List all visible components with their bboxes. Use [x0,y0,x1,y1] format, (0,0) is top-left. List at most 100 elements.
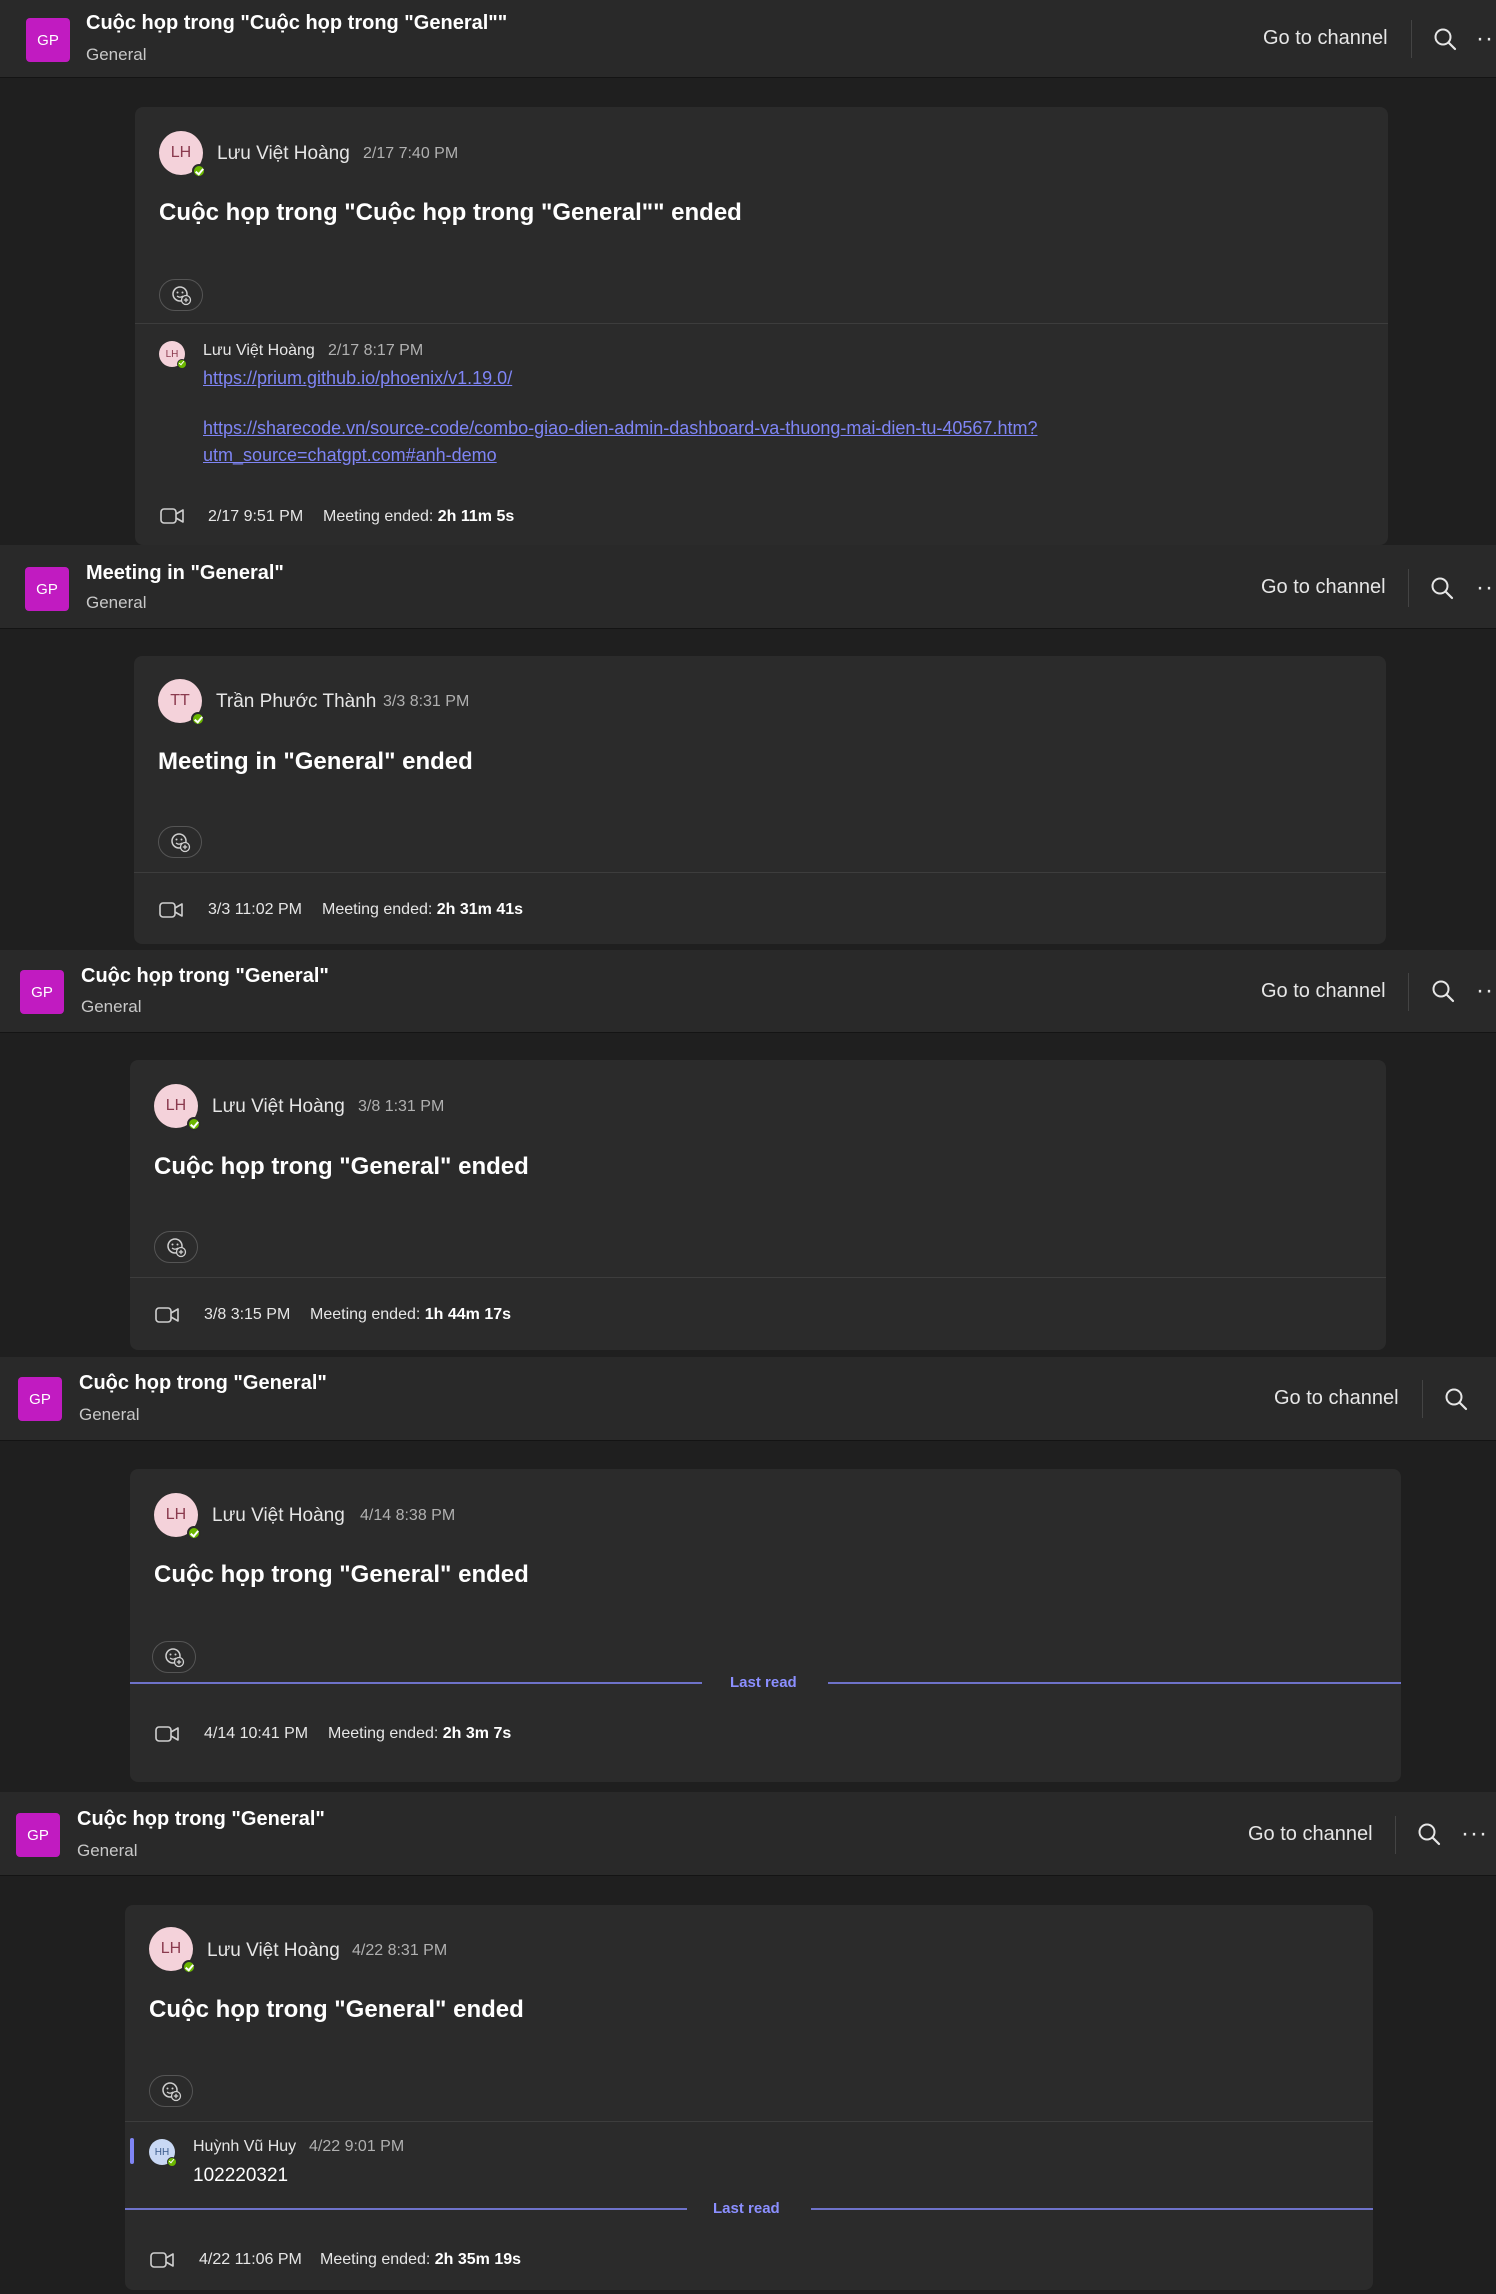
reply-avatar[interactable]: HH [149,2139,177,2167]
add-reaction-button[interactable] [159,279,203,311]
reply-author[interactable]: Lưu Việt Hoàng [203,342,315,360]
reply-avatar[interactable]: LH [159,341,187,369]
meeting-ended-label: Meeting ended: [328,1725,439,1742]
more-options-icon[interactable]: ··· [1461,1820,1488,1848]
channel-name: General [86,45,147,64]
video-camera-icon [159,505,185,527]
presence-available-icon [192,164,206,178]
search-icon[interactable] [1415,1820,1443,1848]
avatar[interactable]: TT [158,679,205,726]
message-timestamp: 3/3 8:31 PM [383,693,470,710]
meeting-end-time: 2/17 9:51 PM [208,508,304,525]
last-read-label: Last read [713,2200,780,2217]
add-reaction-button[interactable] [154,1231,198,1263]
author-name[interactable]: Lưu Việt Hoàng [212,1096,345,1118]
thread-section: GP Cuộc họp trong "General" General Go t… [0,1792,1496,2294]
channel-name: General [81,997,142,1016]
meeting-ended-status: Meeting ended: 2h 11m 5s [323,508,514,526]
message-card: LH Lưu Việt Hoàng 4/14 8:38 PM Cuộc họp … [130,1469,1401,1782]
author-name[interactable]: Trần Phước Thành [216,691,376,713]
search-icon[interactable] [1442,1385,1470,1413]
meeting-ended-status: Meeting ended: 2h 31m 41s [322,901,523,919]
message-text: Cuộc họp trong "Cuộc họp trong "General"… [159,199,742,226]
reply-author[interactable]: Huỳnh Vũ Huy [193,2138,296,2156]
reply-timestamp: 4/22 9:01 PM [309,2138,405,2155]
last-read-divider-line [125,2208,687,2210]
channel-name: General [79,1405,140,1424]
video-camera-icon [158,899,184,921]
go-to-channel-button[interactable]: Go to channel [1261,576,1386,599]
video-camera-icon [154,1304,180,1326]
thread-title[interactable]: Cuộc họp trong "General" [81,965,329,988]
presence-available-icon [177,359,187,369]
avatar[interactable]: LH [149,1927,196,1974]
divider [135,323,1388,324]
go-to-channel-button[interactable]: Go to channel [1263,27,1388,50]
author-name[interactable]: Lưu Việt Hoàng [217,143,350,165]
thread-header: GP Meeting in "General" General Go to ch… [0,545,1496,629]
avatar[interactable]: LH [154,1493,201,1540]
reply-link[interactable]: https://prium.github.io/phoenix/v1.19.0/ [203,368,512,389]
more-options-icon[interactable]: ··· [1476,25,1496,53]
thread-title[interactable]: Cuộc họp trong "Cuộc họp trong "General"… [86,12,507,35]
meeting-ended-status: Meeting ended: 1h 44m 17s [310,1306,511,1324]
video-camera-icon [149,2249,175,2271]
divider [1422,1380,1423,1418]
thread-header: GP Cuộc họp trong "General" General Go t… [0,950,1496,1033]
author-name[interactable]: Lưu Việt Hoàng [212,1505,345,1527]
more-options-icon[interactable]: ··· [1476,574,1496,602]
meeting-ended-label: Meeting ended: [310,1306,421,1323]
presence-available-icon [191,712,205,726]
thread-section: GP Cuộc họp trong "General" General Go t… [0,1357,1496,1787]
meeting-ended-status: Meeting ended: 2h 3m 7s [328,1725,511,1743]
author-name[interactable]: Lưu Việt Hoàng [207,1940,340,1962]
message-card: LH Lưu Việt Hoàng 3/8 1:31 PM Cuộc họp t… [130,1060,1386,1350]
meeting-ended-status: Meeting ended: 2h 35m 19s [320,2251,521,2269]
team-avatar[interactable]: GP [20,970,64,1014]
reply-link[interactable]: https://sharecode.vn/source-code/combo-g… [203,418,1037,439]
meeting-end-time: 3/8 3:15 PM [204,1306,291,1323]
thread-title[interactable]: Cuộc họp trong "General" [79,1372,327,1395]
thread-title[interactable]: Meeting in "General" [86,562,284,585]
add-reaction-button[interactable] [158,826,202,858]
presence-available-icon [182,1960,196,1974]
video-camera-icon [154,1723,180,1745]
team-avatar[interactable]: GP [16,1813,60,1857]
message-timestamp: 2/17 7:40 PM [363,145,459,162]
search-icon[interactable] [1431,25,1459,53]
last-read-label: Last read [730,1674,797,1691]
avatar[interactable]: LH [159,131,206,178]
meeting-end-time: 3/3 11:02 PM [208,901,302,918]
thread-title[interactable]: Cuộc họp trong "General" [77,1808,325,1831]
search-icon[interactable] [1428,574,1456,602]
more-options-icon[interactable]: ··· [1476,977,1496,1005]
avatar-initials: HH [154,2146,170,2158]
team-avatar[interactable]: GP [18,1377,62,1421]
go-to-channel-button[interactable]: Go to channel [1248,1823,1373,1846]
avatar-initials: LH [170,144,192,161]
meeting-ended-label: Meeting ended: [322,901,433,918]
divider [125,2121,1373,2122]
last-read-divider-line [828,1682,1401,1684]
message-timestamp: 4/22 8:31 PM [352,1942,448,1959]
divider [1411,20,1412,58]
meeting-duration: 2h 3m 7s [442,1725,512,1742]
add-reaction-icon [168,830,192,854]
avatar[interactable]: LH [154,1084,201,1131]
go-to-channel-button[interactable]: Go to channel [1274,1387,1399,1410]
add-reaction-button[interactable] [152,1641,196,1673]
divider [134,872,1386,873]
team-avatar[interactable]: GP [25,567,69,611]
search-icon[interactable] [1429,977,1457,1005]
add-reaction-icon [159,2079,183,2103]
reply-link-continued[interactable]: utm_source=chatgpt.com#anh-demo [203,445,497,466]
thread-header: GP Cuộc họp trong "Cuộc họp trong "Gener… [0,0,1496,78]
thread-section: GP Cuộc họp trong "Cuộc họp trong "Gener… [0,0,1496,545]
presence-available-icon [167,2157,177,2167]
team-avatar[interactable]: GP [26,18,70,62]
add-reaction-button[interactable] [149,2075,193,2107]
reply-timestamp: 2/17 8:17 PM [328,342,424,359]
avatar-initials: LH [165,1097,187,1114]
meeting-duration: 1h 44m 17s [424,1306,512,1323]
go-to-channel-button[interactable]: Go to channel [1261,980,1386,1003]
